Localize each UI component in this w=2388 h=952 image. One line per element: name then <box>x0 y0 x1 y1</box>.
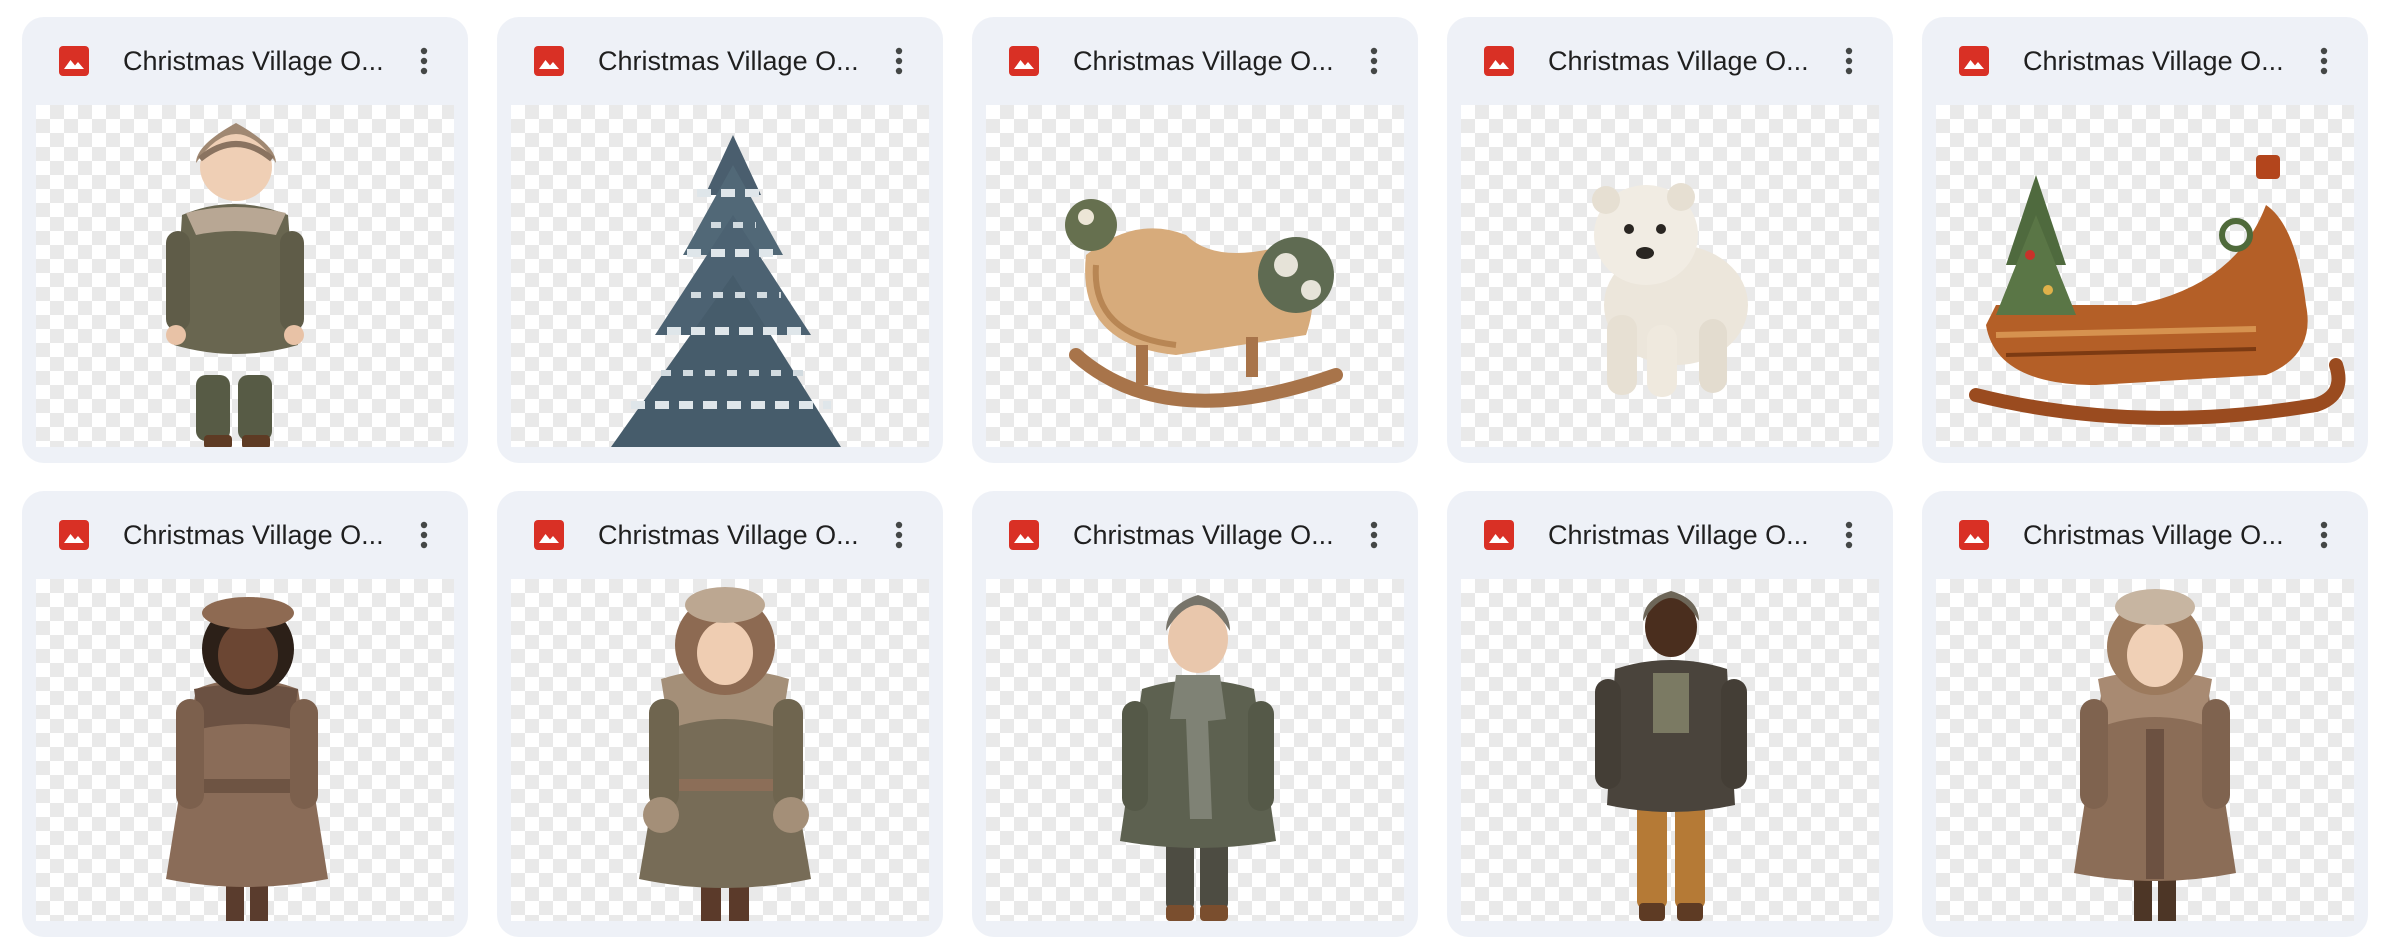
image-thumbnail[interactable] <box>1936 105 2354 447</box>
image-thumbnail[interactable] <box>1936 579 2354 921</box>
boy-in-beanie-and-brown-jacket-image <box>1595 591 1747 921</box>
image-thumbnail[interactable] <box>511 105 929 447</box>
more-vert-icon <box>420 47 428 75</box>
polar-bear-cub-image <box>1592 183 1748 397</box>
more-vert-icon <box>420 521 428 549</box>
more-vert-icon <box>2320 521 2328 549</box>
ornate-sleigh-with-tree-image <box>1969 155 2346 425</box>
image-thumbnail[interactable] <box>1461 579 1879 921</box>
snowy-christmas-tree-image <box>611 135 841 447</box>
file-title[interactable]: Christmas Village O... <box>598 518 888 552</box>
child-in-knit-hat-and-green-coat-image <box>166 123 304 447</box>
file-card-header: Christmas Village O... <box>1447 17 1893 105</box>
file-title[interactable]: Christmas Village O... <box>2023 518 2313 552</box>
girl-in-olive-fur-coat-image <box>639 587 811 921</box>
more-vert-icon <box>1845 47 1853 75</box>
file-card[interactable]: Christmas Village O... <box>972 491 1418 937</box>
file-title[interactable]: Christmas Village O... <box>1548 518 1838 552</box>
image-file-icon <box>1484 46 1514 76</box>
image-thumbnail[interactable] <box>986 579 1404 921</box>
more-options-button[interactable] <box>1827 39 1871 83</box>
file-title[interactable]: Christmas Village O... <box>2023 44 2313 78</box>
image-file-icon <box>59 46 89 76</box>
more-options-button[interactable] <box>402 39 446 83</box>
more-options-button[interactable] <box>2302 39 2346 83</box>
file-card[interactable]: Christmas Village O... <box>497 17 943 463</box>
image-thumbnail[interactable] <box>36 579 454 921</box>
file-card-header: Christmas Village O... <box>497 491 943 579</box>
more-vert-icon <box>1845 521 1853 549</box>
image-file-icon <box>59 520 89 550</box>
file-card[interactable]: Christmas Village O... <box>1447 491 1893 937</box>
more-vert-icon <box>895 521 903 549</box>
girl-in-tan-fur-coat-image <box>2074 589 2236 921</box>
file-card-header: Christmas Village O... <box>1922 491 2368 579</box>
file-card-header: Christmas Village O... <box>972 17 1418 105</box>
file-card[interactable]: Christmas Village O... <box>1447 17 1893 463</box>
file-card-header: Christmas Village O... <box>22 17 468 105</box>
more-options-button[interactable] <box>1827 513 1871 557</box>
file-grid: Christmas Village O... Christmas Village… <box>22 17 2368 937</box>
file-title[interactable]: Christmas Village O... <box>1073 44 1363 78</box>
image-file-icon <box>534 46 564 76</box>
more-options-button[interactable] <box>402 513 446 557</box>
image-thumbnail[interactable] <box>511 579 929 921</box>
more-vert-icon <box>1370 521 1378 549</box>
file-card[interactable]: Christmas Village O... <box>972 17 1418 463</box>
file-card-header: Christmas Village O... <box>1447 491 1893 579</box>
more-options-button[interactable] <box>1352 39 1396 83</box>
file-title[interactable]: Christmas Village O... <box>1548 44 1838 78</box>
more-options-button[interactable] <box>877 513 921 557</box>
more-options-button[interactable] <box>2302 513 2346 557</box>
image-thumbnail[interactable] <box>986 105 1404 447</box>
more-vert-icon <box>895 47 903 75</box>
file-title[interactable]: Christmas Village O... <box>598 44 888 78</box>
image-file-icon <box>1959 46 1989 76</box>
image-file-icon <box>1009 520 1039 550</box>
image-file-icon <box>1959 520 1989 550</box>
image-file-icon <box>1009 46 1039 76</box>
file-card[interactable]: Christmas Village O... <box>1922 491 2368 937</box>
file-title[interactable]: Christmas Village O... <box>123 44 413 78</box>
file-card-header: Christmas Village O... <box>497 17 943 105</box>
file-title[interactable]: Christmas Village O... <box>1073 518 1363 552</box>
girl-in-beret-and-fur-coat-image <box>166 597 328 921</box>
more-options-button[interactable] <box>1352 513 1396 557</box>
file-card[interactable]: Christmas Village O... <box>1922 17 2368 463</box>
file-card[interactable]: Christmas Village O... <box>22 17 468 463</box>
image-thumbnail[interactable] <box>1461 105 1879 447</box>
file-card[interactable]: Christmas Village O... <box>22 491 468 937</box>
image-thumbnail[interactable] <box>36 105 454 447</box>
more-vert-icon <box>2320 47 2328 75</box>
image-file-icon <box>534 520 564 550</box>
file-card[interactable]: Christmas Village O... <box>497 491 943 937</box>
file-card-header: Christmas Village O... <box>1922 17 2368 105</box>
file-card-header: Christmas Village O... <box>22 491 468 579</box>
boy-in-scarf-and-green-coat-image <box>1120 595 1276 921</box>
file-title[interactable]: Christmas Village O... <box>123 518 413 552</box>
file-card-header: Christmas Village O... <box>972 491 1418 579</box>
image-file-icon <box>1484 520 1514 550</box>
wooden-sleigh-with-greenery-image <box>1065 199 1343 408</box>
more-vert-icon <box>1370 47 1378 75</box>
more-options-button[interactable] <box>877 39 921 83</box>
